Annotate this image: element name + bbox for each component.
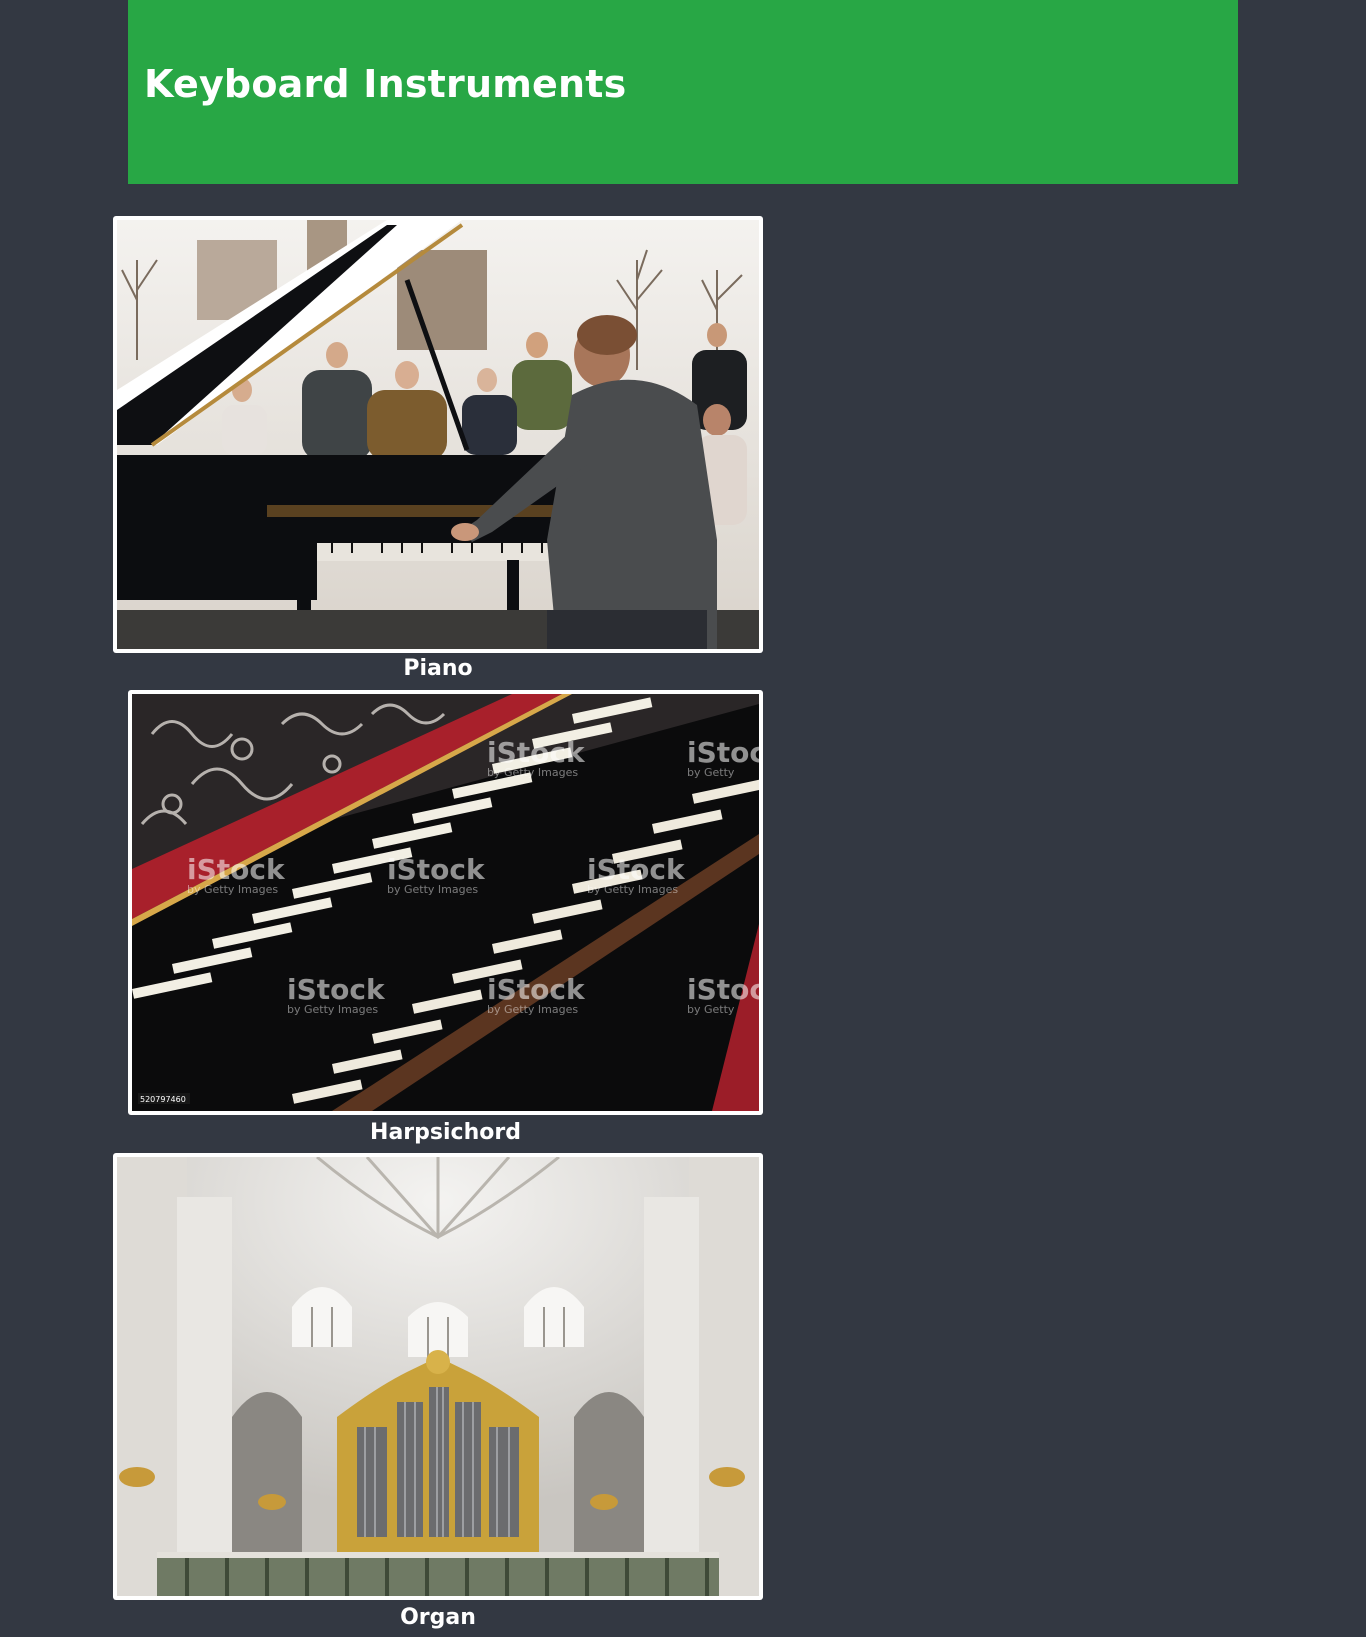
page-header: Keyboard Instruments bbox=[128, 0, 1238, 184]
watermark-text: iStock bbox=[487, 736, 586, 769]
svg-text:by Getty: by Getty bbox=[687, 766, 735, 779]
stock-id-label: 520797460 bbox=[140, 1095, 186, 1104]
piano-image-card[interactable] bbox=[113, 216, 763, 653]
piano-photo bbox=[117, 220, 759, 649]
svg-text:iStock: iStock bbox=[587, 853, 686, 886]
page-title: Keyboard Instruments bbox=[144, 62, 627, 106]
svg-text:by Getty: by Getty bbox=[687, 1003, 735, 1016]
svg-text:by Getty Images: by Getty Images bbox=[487, 766, 578, 779]
svg-text:by Getty Images: by Getty Images bbox=[287, 1003, 378, 1016]
svg-text:by Getty Images: by Getty Images bbox=[587, 883, 678, 896]
svg-text:iStock: iStock bbox=[687, 736, 759, 769]
svg-text:by Getty Images: by Getty Images bbox=[187, 883, 278, 896]
svg-text:iStock: iStock bbox=[487, 973, 586, 1006]
svg-text:iStock: iStock bbox=[387, 853, 486, 886]
svg-text:by Getty Images: by Getty Images bbox=[387, 883, 478, 896]
organ-caption: Organ bbox=[400, 1605, 476, 1630]
harpsichord-caption: Harpsichord bbox=[370, 1120, 521, 1145]
svg-text:iStock: iStock bbox=[287, 973, 386, 1006]
harpsichord-image-card[interactable]: iStock iStock iStock iStock iStock iStoc… bbox=[128, 690, 763, 1115]
organ-image-card[interactable] bbox=[113, 1153, 763, 1600]
svg-text:iStock: iStock bbox=[187, 853, 286, 886]
organ-photo bbox=[117, 1157, 759, 1596]
piano-caption: Piano bbox=[403, 656, 473, 681]
harpsichord-photo: iStock iStock iStock iStock iStock iStoc… bbox=[132, 694, 759, 1111]
svg-text:by Getty Images: by Getty Images bbox=[487, 1003, 578, 1016]
svg-text:iStock: iStock bbox=[687, 973, 759, 1006]
